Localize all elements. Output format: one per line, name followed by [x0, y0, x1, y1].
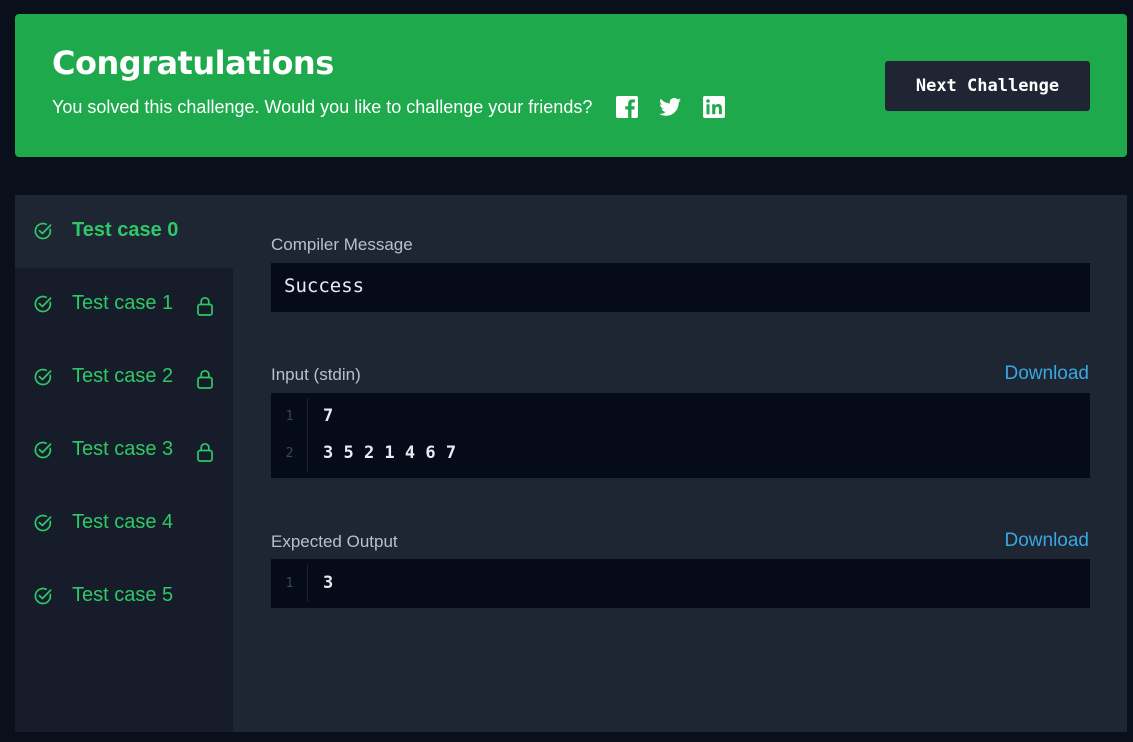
input-label: Input (stdin)	[271, 365, 361, 384]
lock-icon	[197, 296, 213, 316]
test-case-tab[interactable]: Test case 4	[15, 487, 233, 560]
next-challenge-button[interactable]: Next Challenge	[885, 61, 1090, 111]
test-case-tab[interactable]: Test case 1	[15, 268, 233, 341]
test-case-label: Test case 1	[72, 292, 174, 314]
code-text: 7	[323, 406, 334, 426]
test-case-tab[interactable]: Test case 2	[15, 341, 233, 414]
test-case-label: Test case 3	[72, 438, 174, 460]
lock-icon	[197, 442, 213, 462]
test-case-tab[interactable]: Test case 3	[15, 414, 233, 487]
test-case-label: Test case 5	[72, 584, 174, 606]
code-line: 2 3 5 2 1 4 6 7	[271, 435, 1090, 472]
test-case-tab[interactable]: Test case 5	[15, 560, 233, 633]
lock-icon	[197, 369, 213, 389]
compiler-message-label: Compiler Message	[271, 235, 413, 254]
code-line: 13	[271, 565, 1090, 602]
twitter-icon[interactable]	[658, 95, 682, 119]
code-text: 3	[323, 573, 334, 593]
test-case-label: Test case 0	[72, 219, 179, 241]
check-circle-icon	[34, 587, 52, 605]
expected-output-label: Expected Output	[271, 532, 398, 551]
check-circle-icon	[34, 441, 52, 459]
test-case-label: Test case 4	[72, 511, 174, 533]
compiler-message-box: Success	[271, 263, 1090, 312]
check-circle-icon	[34, 295, 52, 313]
banner-title: Congratulations	[52, 44, 334, 82]
check-circle-icon	[34, 514, 52, 532]
input-code-box: 1723 5 2 1 4 6 7	[271, 393, 1090, 478]
check-circle-icon	[34, 368, 52, 386]
line-number: 1	[285, 576, 294, 591]
test-case-tab[interactable]: Test case 0	[15, 195, 233, 268]
success-banner: Congratulations You solved this challeng…	[15, 14, 1127, 157]
code-line: 17	[271, 398, 1090, 435]
linkedin-icon[interactable]	[702, 95, 726, 119]
line-number: 2	[285, 446, 294, 461]
banner-subtitle: You solved this challenge. Would you lik…	[52, 97, 593, 117]
expected-output-download-link[interactable]: Download	[1005, 530, 1090, 552]
check-circle-icon	[34, 222, 52, 240]
expected-output-code-box: 13	[271, 559, 1090, 608]
test-case-sidebar: Test case 0 Test case 1 Test case 2 Test ca…	[15, 195, 233, 732]
compiler-message-text: Success	[284, 275, 365, 297]
test-case-label: Test case 2	[72, 365, 174, 387]
facebook-icon[interactable]	[615, 95, 639, 119]
test-results-panel: Test case 0 Test case 1 Test case 2 Test ca…	[15, 195, 1127, 732]
line-number: 1	[285, 409, 294, 424]
input-download-link[interactable]: Download	[1005, 363, 1090, 385]
code-text: 3 5 2 1 4 6 7	[323, 443, 457, 463]
